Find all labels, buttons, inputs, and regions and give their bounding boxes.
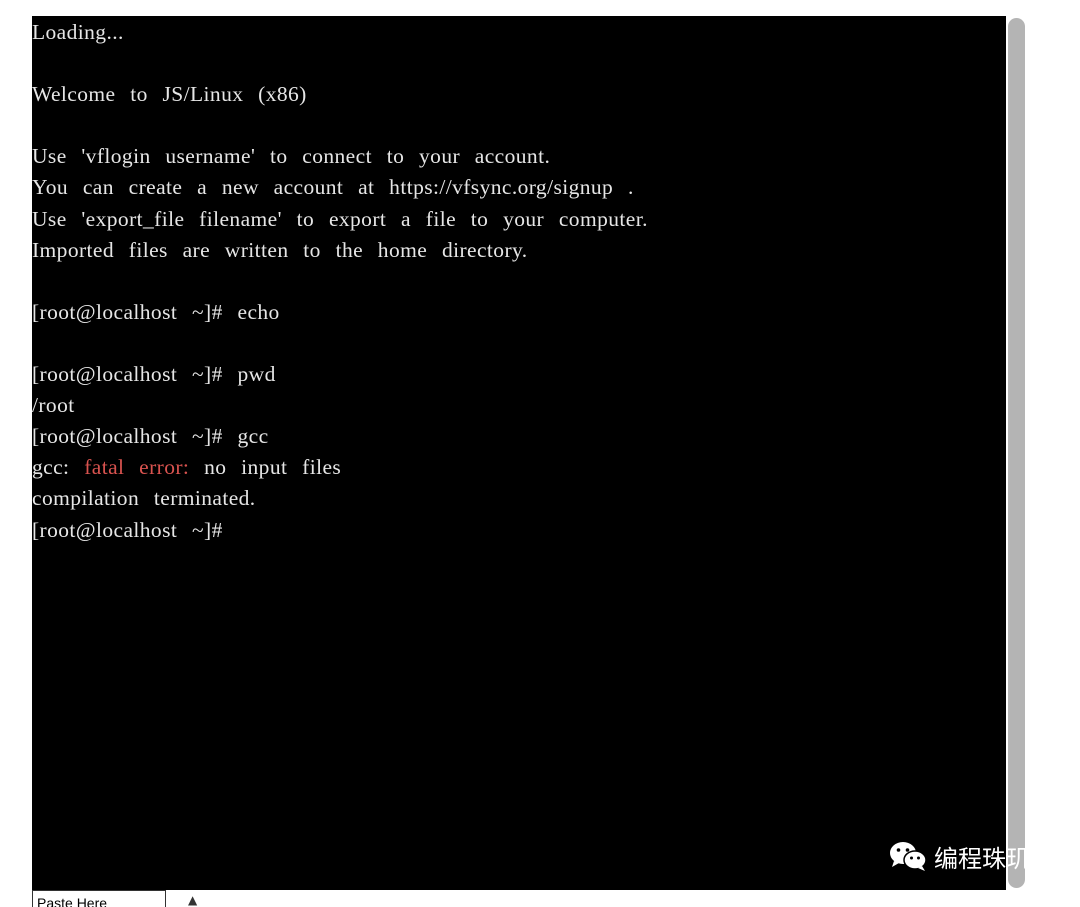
terminal-text: [root@localhost ~]# pwd [32, 362, 276, 387]
paste-tab-label: Paste Here [37, 895, 108, 907]
terminal-output: Loading... Welcome to JS/Linux (x86) Use '… [32, 18, 1006, 545]
scrollbar-thumb[interactable] [1008, 18, 1025, 888]
terminal-line: Use 'export_file filename' to export a f… [32, 205, 1006, 234]
terminal-screen[interactable]: Loading... Welcome to JS/Linux (x86) Use '… [32, 16, 1006, 890]
terminal-text: Use 'vflogin username' to connect to you… [32, 144, 551, 169]
wechat-logo-icon [888, 840, 928, 872]
terminal-text: Use 'export_file filename' to export a f… [32, 206, 648, 231]
terminal-text: gcc: [32, 455, 85, 480]
terminal-line: Use 'vflogin username' to connect to you… [32, 142, 1006, 171]
up-arrow-icon[interactable]: ▲ [188, 894, 197, 906]
terminal-scrollbar[interactable] [1006, 16, 1028, 890]
terminal-text: Loading... [32, 20, 124, 44]
watermark-text: 编程珠玑 [934, 844, 1030, 873]
terminal-text: You can create a new account at https://… [32, 175, 634, 200]
terminal-text: [root@localhost ~]# echo [32, 299, 280, 324]
terminal-line: Imported files are written to the home d… [32, 236, 1006, 265]
terminal-text: compilation terminated. [32, 486, 256, 511]
terminal-line: Loading... [32, 18, 1006, 47]
terminal-text: no input files [189, 455, 342, 480]
terminal-text: Imported files are written to the home d… [32, 237, 528, 262]
paste-tab[interactable]: Paste Here [32, 890, 166, 907]
footer-bar: Paste Here ▲ [32, 890, 1032, 907]
watermark: 编程珠玑 [888, 836, 1030, 876]
terminal-line: [root@localhost ~]# pwd [32, 360, 1006, 389]
terminal-text: /root [32, 393, 75, 418]
error-text: fatal error: [84, 455, 190, 480]
terminal-line: You can create a new account at https://… [32, 173, 1006, 202]
terminal-line: Welcome to JS/Linux (x86) [32, 80, 1006, 109]
terminal-text: Welcome to JS/Linux (x86) [32, 82, 307, 107]
terminal-line: [root@localhost ~]# [32, 516, 1006, 545]
terminal-line: gcc: fatal error: no input files [32, 453, 1006, 482]
terminal-text: [root@localhost ~]# gcc [32, 424, 269, 449]
terminal-line: /root [32, 391, 1006, 420]
terminal-line: [root@localhost ~]# gcc [32, 422, 1006, 451]
terminal-line: compilation terminated. [32, 484, 1006, 513]
terminal-text: [root@localhost ~]# [32, 517, 223, 542]
terminal-line: [root@localhost ~]# echo [32, 298, 1006, 327]
